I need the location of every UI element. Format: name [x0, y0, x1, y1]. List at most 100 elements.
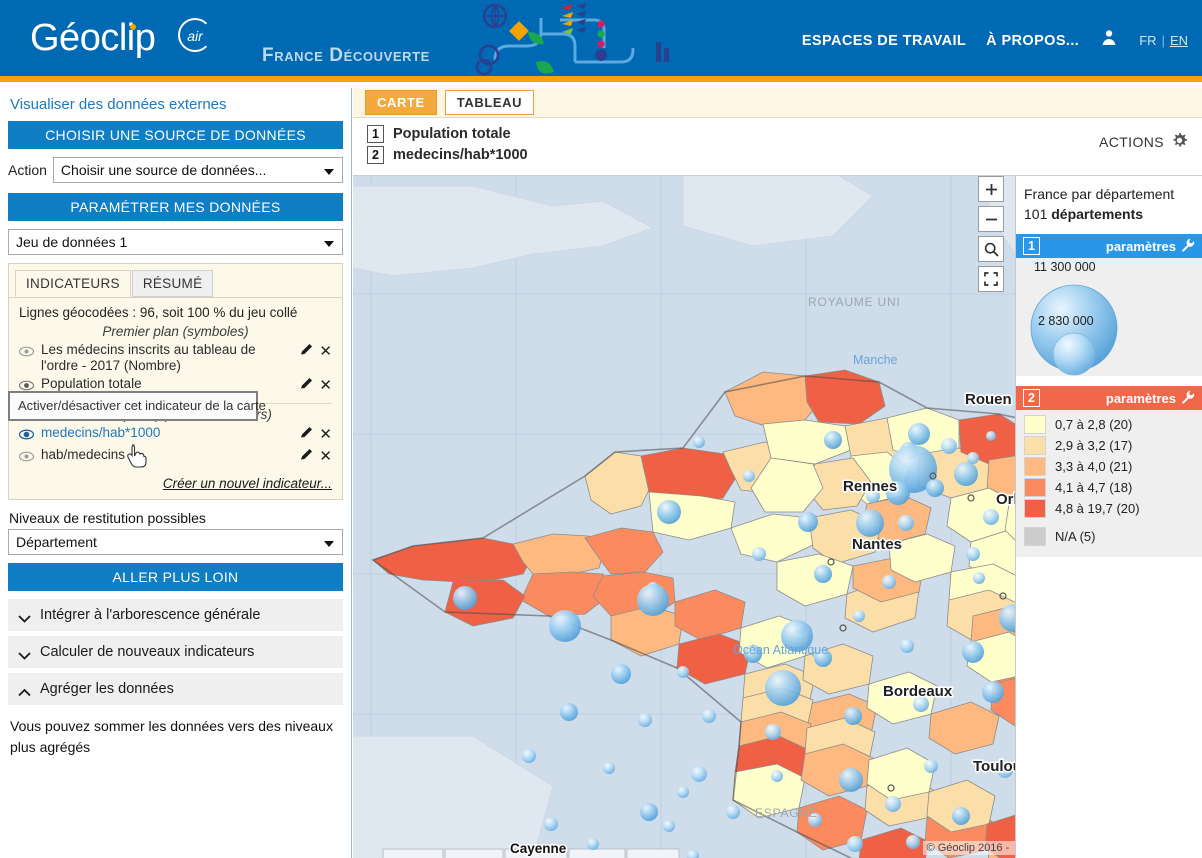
close-x-icon[interactable]: ✕: [319, 379, 332, 393]
legend-header-1[interactable]: 1 paramètres: [1016, 234, 1202, 258]
legend-class-row-na[interactable]: N/A (5): [1016, 526, 1202, 547]
indicator-number: 2: [367, 146, 384, 164]
legend-swatch: [1024, 436, 1046, 455]
language-switcher: FR | EN: [1139, 33, 1188, 48]
create-indicator-link[interactable]: Créer un nouvel indicateur...: [19, 476, 332, 491]
header-decoration: [440, 0, 670, 76]
indicator-label[interactable]: medecins/hab*1000: [41, 425, 293, 441]
close-x-icon[interactable]: ✕: [319, 345, 332, 359]
search-icon[interactable]: [978, 236, 1004, 262]
legend-class-row[interactable]: 2,9 à 3,2 (17): [1016, 435, 1202, 456]
legend-class-label: N/A (5): [1055, 529, 1095, 544]
indicator-tools: ✕: [300, 376, 332, 395]
lang-en[interactable]: EN: [1170, 33, 1188, 48]
nav-espaces-de-travail[interactable]: ESPACES DE TRAVAIL: [802, 33, 966, 49]
indicator-row-medecins-hab-1000[interactable]: medecins/hab*1000 ✕: [19, 424, 332, 446]
tab-tableau[interactable]: TABLEAU: [445, 90, 534, 115]
nav-a-propos[interactable]: À PROPOS...: [986, 33, 1079, 49]
indicator-tools: ✕: [300, 447, 332, 466]
app-root: Géoclip air France Découverte: [0, 0, 1202, 858]
param-data-bar[interactable]: PARAMÉTRER MES DONNÉES: [8, 193, 343, 221]
indicator-label[interactable]: hab/medecins: [41, 447, 293, 463]
lang-fr[interactable]: FR: [1139, 33, 1156, 48]
accordion-integrer-arborescence[interactable]: Intégrer à l'arborescence générale: [8, 599, 343, 631]
zoom-out-button[interactable]: [978, 206, 1004, 232]
legend-params-2[interactable]: paramètres: [1106, 390, 1195, 407]
map-canvas[interactable]: ROYAUME UNI BELGIQUE LUX. ALLEMAGNE SUIS…: [353, 175, 1202, 858]
legend-class-row[interactable]: 4,8 à 19,7 (20): [1016, 498, 1202, 519]
legend-classes-2: 0,7 à 2,8 (20) 2,9 à 3,2 (17) 3,3 à 4,0 …: [1016, 410, 1202, 557]
pencil-icon[interactable]: [300, 426, 313, 444]
page-title: France Découverte: [262, 45, 430, 67]
source-select[interactable]: Choisir une source de données...: [53, 157, 343, 183]
zoom-in-button[interactable]: [978, 176, 1004, 202]
legend-params-label: paramètres: [1106, 391, 1176, 406]
legend-count-line: 101 départements: [1016, 204, 1202, 224]
indicator-row-medecins-ordre[interactable]: Les médecins inscrits au tableau de l'or…: [19, 341, 332, 375]
svg-text:Rennes: Rennes: [843, 478, 897, 495]
eye-filled-icon[interactable]: [19, 425, 34, 445]
pencil-icon[interactable]: [300, 448, 313, 466]
fullscreen-icon[interactable]: [978, 266, 1004, 292]
mouse-cursor: [126, 443, 148, 469]
legend-symbols-1: 11 300 000 2 830 000: [1016, 258, 1202, 376]
legend-class-row[interactable]: 0,7 à 2,8 (20): [1016, 414, 1202, 435]
svg-text:Rouen: Rouen: [965, 391, 1012, 408]
wrench-icon: [1181, 238, 1195, 255]
active-indicators-bar: 1 Population totale 2 medecins/hab*1000 …: [353, 118, 1202, 174]
sidebar-title: Visualiser des données externes: [8, 88, 343, 121]
header-nav: ESPACES DE TRAVAIL À PROPOS... FR | EN: [802, 28, 1188, 53]
svg-text:Cayenne: Cayenne: [510, 841, 567, 856]
legend-swatch: [1024, 499, 1046, 518]
indicator-label[interactable]: Population totale: [41, 376, 293, 392]
tab-carte[interactable]: CARTE: [365, 90, 437, 115]
aggregate-description: Vous pouvez sommer les données vers des …: [8, 710, 343, 764]
indicator-label[interactable]: Les médecins inscrits au tableau de l'or…: [41, 342, 293, 374]
indicator-row-hab-medecins[interactable]: hab/medecins ✕: [19, 446, 332, 468]
logo-text: Géoclip: [30, 16, 155, 60]
indicator-tools: ✕: [300, 342, 332, 361]
legend-count: 101: [1024, 206, 1047, 222]
accordion-agreger-donnees[interactable]: Agréger les données: [8, 673, 343, 705]
pencil-icon[interactable]: [300, 343, 313, 361]
active-indicator-2[interactable]: 2 medecins/hab*1000: [367, 146, 1202, 164]
tab-indicateurs[interactable]: INDICATEURS: [15, 270, 131, 297]
chevron-down-icon: [18, 611, 31, 620]
view-tabs: CARTE TABLEAU: [353, 88, 1202, 118]
chevron-up-icon: [18, 685, 31, 694]
pencil-icon[interactable]: [300, 377, 313, 395]
close-x-icon[interactable]: ✕: [319, 428, 332, 442]
actions-button[interactable]: ACTIONS: [1099, 132, 1188, 152]
eye-outline-icon[interactable]: [19, 342, 34, 362]
legend-class-row[interactable]: 4,1 à 4,7 (18): [1016, 477, 1202, 498]
accordion-calculer-indicateurs[interactable]: Calculer de nouveaux indicateurs: [8, 636, 343, 668]
indicator-number: 1: [367, 125, 384, 143]
svg-text:Bordeaux: Bordeaux: [883, 683, 953, 700]
action-row: Action Choisir une source de données...: [8, 157, 343, 183]
go-further-bar[interactable]: ALLER PLUS LOIN: [8, 563, 343, 591]
action-label: Action: [8, 162, 47, 178]
eye-outline-icon[interactable]: [19, 447, 34, 467]
dataset-select[interactable]: Jeu de données 1: [8, 229, 343, 255]
tab-resume[interactable]: RÉSUMÉ: [132, 270, 214, 297]
legend-swatch: [1024, 478, 1046, 497]
indicator-tooltip: Activer/désactiver cet indicateur de la …: [8, 391, 258, 421]
map-legend: France par département 101 départements …: [1015, 176, 1202, 858]
choose-source-bar[interactable]: CHOISIR UNE SOURCE DE DONNÉES: [8, 121, 343, 149]
svg-text:ROYAUME UNI: ROYAUME UNI: [808, 295, 901, 309]
close-x-icon[interactable]: ✕: [319, 450, 332, 464]
levels-select[interactable]: Département: [8, 529, 343, 555]
indicator-title: Population totale: [393, 126, 511, 142]
svg-text:Océan Atlantique: Océan Atlantique: [733, 643, 828, 657]
user-icon[interactable]: [1099, 28, 1119, 53]
app-header: Géoclip air France Découverte: [0, 0, 1202, 82]
legend-header-2[interactable]: 2 paramètres: [1016, 386, 1202, 410]
legend-class-row[interactable]: 3,3 à 4,0 (21): [1016, 456, 1202, 477]
indicator-title: medecins/hab*1000: [393, 147, 528, 163]
app-logo[interactable]: Géoclip air: [30, 16, 155, 60]
active-indicator-1[interactable]: 1 Population totale: [367, 125, 1202, 143]
accordion-label: Calculer de nouveaux indicateurs: [40, 644, 254, 660]
group-foreground-label: Premier plan (symboles): [19, 324, 332, 339]
legend-params-1[interactable]: paramètres: [1106, 238, 1195, 255]
legend-swatch: [1024, 415, 1046, 434]
